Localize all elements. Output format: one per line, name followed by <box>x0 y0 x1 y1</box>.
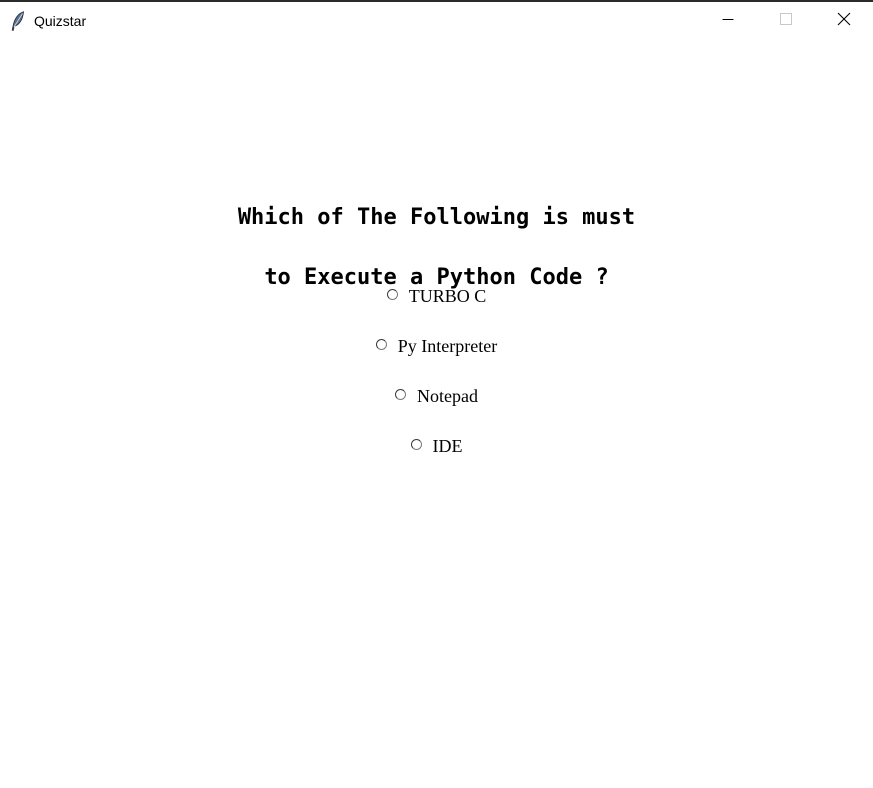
option-radio-group-item[interactable]: IDE <box>410 435 463 457</box>
radio-button[interactable] <box>410 438 422 450</box>
close-button[interactable] <box>815 2 873 40</box>
feather-icon <box>11 11 25 31</box>
option-radio-group-item[interactable]: TURBO C <box>386 285 487 307</box>
close-icon <box>837 12 851 31</box>
option-radio-group-item[interactable]: Py Interpreter <box>375 335 497 357</box>
option-label[interactable]: TURBO C <box>409 285 487 307</box>
radio-button[interactable] <box>395 388 406 400</box>
maximize-icon <box>780 12 792 30</box>
option-py-interpreter[interactable]: Py Interpreter <box>0 333 873 359</box>
radio-button[interactable] <box>375 338 387 350</box>
title-bar[interactable]: Quizstar <box>0 2 873 40</box>
option-label[interactable]: Py Interpreter <box>398 335 497 357</box>
maximize-button[interactable] <box>757 2 815 40</box>
app-window: Quizstar Which of The Following is must … <box>0 0 873 788</box>
option-notepad[interactable]: Notepad <box>0 383 873 409</box>
option-turbo-c[interactable]: TURBO C <box>0 283 873 309</box>
option-ide[interactable]: IDE <box>0 433 873 459</box>
minimize-icon <box>722 12 734 30</box>
question-line-1: Which of The Following is must <box>237 205 636 230</box>
quiz-content: Which of The Following is must to Execut… <box>0 40 873 788</box>
window-title: Quizstar <box>34 13 87 29</box>
option-label[interactable]: IDE <box>433 435 463 457</box>
option-label[interactable]: Notepad <box>417 385 478 407</box>
radio-button[interactable] <box>386 288 398 300</box>
option-radio-group-item[interactable]: Notepad <box>395 385 478 407</box>
minimize-button[interactable] <box>699 2 757 40</box>
